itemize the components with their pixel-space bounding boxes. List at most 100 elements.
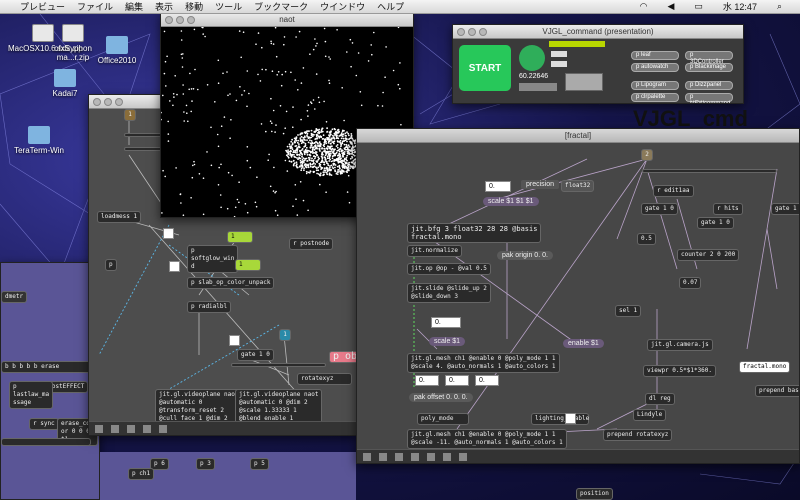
gate-object[interactable]: gate 1 0 (237, 349, 274, 361)
battery-icon[interactable]: ▭ (694, 1, 703, 12)
bang-group-object[interactable] (124, 133, 164, 137)
toggle-checkbox-3[interactable] (229, 335, 240, 346)
scale-message[interactable]: scale $1 $1 $1 (483, 197, 539, 206)
new-object-icon[interactable] (143, 424, 151, 433)
fader-handle-2[interactable] (551, 61, 567, 67)
close-button[interactable] (165, 16, 173, 24)
sync-object[interactable]: r sync (29, 418, 59, 430)
blackimage-button[interactable]: p Blackimage (685, 63, 733, 72)
volume-icon[interactable]: ◀ (667, 1, 674, 12)
p-five-object[interactable]: p 5 (250, 458, 269, 470)
badge-one[interactable]: 1 (124, 109, 136, 121)
menu-preview[interactable]: プレビュー (20, 0, 65, 13)
gate-object-3[interactable]: gate 1 0 (771, 203, 799, 215)
p-three-object[interactable]: p 3 (196, 458, 215, 470)
poly-mode-menu[interactable]: poly_mode (417, 413, 469, 425)
dmetr-object[interactable]: dmetr (1, 291, 28, 303)
lindyle-object[interactable]: Lindyle (633, 409, 667, 421)
pak-origin-message[interactable]: pak origin 0. 0. (497, 251, 553, 260)
fader-handle[interactable] (551, 51, 567, 57)
dizzpanel-button[interactable]: p Dizzpanel (685, 81, 733, 90)
leaf-button[interactable]: p leaf (631, 51, 679, 60)
precision-menu[interactable]: float32 (561, 180, 595, 192)
grid-icon[interactable] (127, 424, 135, 433)
flag-one[interactable]: 1 (227, 231, 253, 243)
patch-cord-object[interactable] (1, 438, 91, 446)
camera-object[interactable]: jit.gl.camera.js (647, 339, 713, 351)
badge-two[interactable]: 2 (641, 149, 653, 161)
loadmess-object[interactable]: loadmess 1 (97, 211, 142, 223)
number-box-0[interactable]: 0. (485, 181, 511, 192)
menu-edit[interactable]: 編集 (125, 0, 143, 13)
fractal-mono-menu[interactable]: fractal.mono (739, 361, 791, 373)
p-object[interactable]: p (105, 259, 117, 271)
edit-receive-object[interactable]: r edit1aa (653, 185, 694, 197)
jit-normalize-object[interactable]: jit.normalize (407, 245, 462, 257)
position-message[interactable]: position (576, 488, 613, 500)
spotlight-search-icon[interactable]: ⌕ (777, 1, 782, 12)
menu-go[interactable]: 移動 (185, 0, 203, 13)
zoom-button[interactable] (187, 16, 195, 24)
clrpalette-button[interactable]: p clrpalette (631, 93, 679, 102)
number-box-2[interactable]: 0. (415, 375, 439, 386)
postnode-object[interactable]: r postnode (289, 238, 334, 250)
erase-object[interactable]: b b b b b erase (1, 361, 91, 373)
start-button[interactable]: START (459, 45, 511, 91)
search-icon[interactable] (459, 452, 467, 461)
toggle-checkbox[interactable] (163, 228, 174, 239)
sel-object[interactable]: sel 1 (615, 305, 642, 317)
menu-bookmarks[interactable]: ブックマーク (254, 0, 308, 13)
menu-window[interactable]: ウインドウ (320, 0, 365, 13)
lighting-enable-menu[interactable]: lighting_enable (531, 413, 589, 425)
jit-bfg-object[interactable]: jit.bfg 3 float32 28 28 @basis fractal.m… (407, 223, 542, 243)
gl-mesh-object-2[interactable]: jit.gl.mesh ch1 @enable 0 @poly_mode 1 1… (407, 429, 567, 449)
gate-object-2[interactable]: gate 1 0 (697, 217, 734, 229)
curve-editor[interactable] (565, 73, 603, 91)
toggle-checkbox-2[interactable] (169, 261, 180, 272)
gl-mesh-object-1[interactable]: jit.gl.mesh ch1 @enable 0 @poly_mode 1 1… (407, 353, 560, 373)
lipogram-button[interactable]: p Lipogram (631, 81, 679, 90)
presentation-icon[interactable] (111, 424, 119, 433)
lighting-toggle[interactable] (565, 413, 576, 424)
value-box-small[interactable]: 0.07 (679, 277, 702, 289)
radialbl-object[interactable]: p radialbl (187, 301, 232, 313)
prepend-rotatexyz-object[interactable]: prepend rotatexyz (603, 429, 673, 441)
bang-group-object[interactable] (642, 169, 777, 173)
gate-object-1[interactable]: gate 1 0 (641, 203, 678, 215)
speaker-icon[interactable] (519, 45, 545, 71)
zoom-button[interactable] (479, 28, 487, 36)
bang-group-object[interactable] (231, 363, 326, 367)
close-button[interactable] (457, 28, 465, 36)
3dcontroller-button[interactable]: p 3DController (685, 51, 733, 65)
presentation-icon[interactable] (379, 452, 387, 461)
clock[interactable]: 水 12:47 (723, 0, 757, 13)
ch1-object[interactable]: p ch1 (128, 468, 155, 480)
close-button[interactable] (93, 98, 101, 106)
jit-slide-object[interactable]: jit.slide @slide_up 2 @slide_down 3 (407, 283, 491, 303)
menu-file[interactable]: ファイル (77, 0, 113, 13)
badge-one-b[interactable]: 1 (279, 329, 291, 341)
hits-receive-object[interactable]: r hits (713, 203, 743, 215)
prepend-basis-object[interactable]: prepend basis (755, 385, 799, 397)
minimize-button[interactable] (176, 16, 184, 24)
naot-titlebar[interactable]: naot (161, 13, 413, 27)
lastlaw-object[interactable]: p lastlaw_ma ssage (9, 381, 54, 409)
p-obje-object[interactable]: p obje (329, 351, 357, 363)
minimize-button[interactable] (468, 28, 476, 36)
inspector-icon[interactable] (427, 452, 435, 461)
jit-op-object[interactable]: jit.op @op - @val 0.5 (407, 263, 491, 275)
vjgl-titlebar[interactable]: VJGL_command (presentation) (453, 25, 743, 39)
minimize-button[interactable] (104, 98, 112, 106)
desktop-icon-office2010[interactable]: Office2010 (82, 36, 152, 65)
flag-two[interactable]: 1 (235, 259, 261, 271)
number-box-1[interactable]: 0. (431, 317, 461, 328)
desktop-icon-teraterm[interactable]: TeraTerm-Win (4, 126, 74, 155)
autowatch-button[interactable]: p autowatch (631, 63, 679, 72)
counter-object[interactable]: counter 2 0 200 (677, 249, 740, 261)
new-object-icon[interactable] (411, 452, 419, 461)
pak-offset-message[interactable]: pak offset 0. 0. 0. (409, 393, 473, 402)
menu-tools[interactable]: ツール (215, 0, 242, 13)
zoom-button[interactable] (115, 98, 123, 106)
slab-color-object[interactable]: p slab_op_color_unpack (187, 277, 275, 289)
reg-object[interactable]: dl reg (645, 393, 675, 405)
